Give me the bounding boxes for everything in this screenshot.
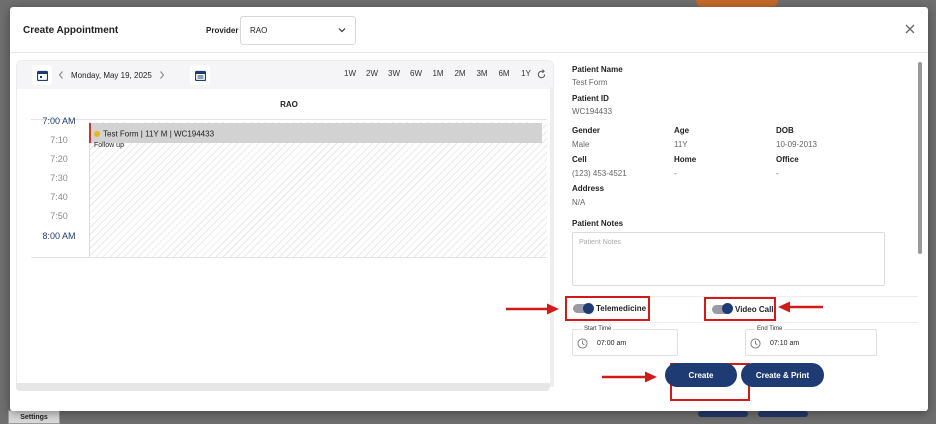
end-time-label: End Time <box>755 326 785 332</box>
patient-notes-input[interactable]: Patient Notes <box>572 232 885 286</box>
background-button <box>758 411 808 417</box>
patient-panel-scrollbar[interactable] <box>918 62 922 254</box>
range-1y[interactable]: 1Y <box>515 69 537 78</box>
office-label: Office <box>776 155 799 164</box>
appointment-status-dot <box>94 130 100 137</box>
gender-value: Male <box>572 140 590 149</box>
start-time-value: 07:00 am <box>597 340 627 347</box>
telemedicine-switch[interactable] <box>573 302 594 314</box>
schedule-grid: 7:00 AM 7:10 7:20 7:30 7:40 7:50 8:00 AM… <box>31 116 547 259</box>
calendar-icon <box>36 70 48 81</box>
calendar-today-button[interactable] <box>32 65 52 85</box>
chevron-left-icon[interactable] <box>57 70 65 80</box>
provider-column-header: RAO <box>280 100 298 109</box>
calendar-panel: Monday, May 19, 2025 1W 2W 3W 6W 1M 2M 3… <box>16 60 554 387</box>
home-label: Home <box>674 155 697 164</box>
arrow-right-icon <box>506 303 559 315</box>
grid-line <box>31 119 547 120</box>
calendar-toolbar: Monday, May 19, 2025 1W 2W 3W 6W 1M 2M 3… <box>17 61 553 89</box>
toggle-knob <box>722 303 733 314</box>
start-time-field[interactable]: Start Time 07:00 am <box>572 326 678 356</box>
range-6m[interactable]: 6M <box>493 69 515 78</box>
range-6w[interactable]: 6W <box>405 69 427 78</box>
grid-line <box>31 257 547 258</box>
range-3w[interactable]: 3W <box>383 69 405 78</box>
calendar-scrollbar[interactable] <box>550 87 554 387</box>
settings-label: Settings <box>20 413 48 421</box>
video-call-label: Video Call <box>735 304 774 314</box>
time-label: 7:10 <box>50 135 68 145</box>
dob-label: DOB <box>776 126 794 135</box>
time-label: 7:20 <box>50 154 68 164</box>
telemedicine-label: Telemedicine <box>596 304 647 313</box>
time-label: 7:50 <box>50 211 68 221</box>
time-label: 7:00 AM <box>42 116 76 126</box>
calendar-horizontal-scrollbar[interactable] <box>16 383 550 391</box>
create-button[interactable]: Create <box>665 363 737 387</box>
end-time-field[interactable]: End Time 07:10 am <box>745 326 877 356</box>
arrow-right-icon <box>602 371 657 383</box>
video-call-toggle[interactable]: Video Call <box>704 297 776 321</box>
background-settings-tab: Settings <box>8 410 60 424</box>
toggle-knob <box>583 302 594 314</box>
range-3m[interactable]: 3M <box>471 69 493 78</box>
age-value: 11Y <box>674 140 688 149</box>
range-1w[interactable]: 1W <box>339 69 361 78</box>
patient-name: Test Form <box>572 78 608 87</box>
age-label: Age <box>674 126 690 135</box>
video-call-switch[interactable] <box>712 303 733 314</box>
patient-id-label: Patient ID <box>572 94 609 103</box>
cell-label: Cell <box>572 155 587 164</box>
modal-header: Create Appointment Provider RAO <box>10 7 928 53</box>
clock-icon <box>577 338 588 349</box>
date-navigator: Monday, May 19, 2025 <box>57 65 187 85</box>
background-button <box>698 411 748 417</box>
time-label: 7:30 <box>50 173 68 183</box>
appointment-title: Test Form | 11Y M | WC194433 <box>103 129 215 139</box>
start-time-label: Start Time <box>582 326 614 332</box>
clock-icon <box>750 338 761 349</box>
calendar-list-icon <box>194 70 206 81</box>
provider-select[interactable]: RAO <box>240 16 356 45</box>
chevron-right-icon[interactable] <box>158 70 166 80</box>
address-value: N/A <box>572 198 586 207</box>
date-picker-button[interactable] <box>190 65 210 85</box>
end-time-value: 07:10 am <box>770 340 800 347</box>
patient-id: WC194433 <box>572 107 613 116</box>
range-2m[interactable]: 2M <box>449 69 471 78</box>
close-icon[interactable] <box>904 23 916 35</box>
time-label: 7:40 <box>50 192 68 202</box>
notes-placeholder: Patient Notes <box>579 239 622 246</box>
patient-name-label: Patient Name <box>572 65 623 74</box>
refresh-icon[interactable] <box>536 69 547 80</box>
patient-notes-label: Patient Notes <box>572 219 624 228</box>
office-value: - <box>776 169 779 178</box>
gender-label: Gender <box>572 126 601 135</box>
arrow-left-icon <box>778 301 823 313</box>
range-buttons: 1W 2W 3W 6W 1M 2M 3M 6M 1Y <box>339 69 537 78</box>
create-appointment-modal: Create Appointment Provider RAO Monday, … <box>10 7 928 411</box>
provider-label: Provider <box>206 26 239 35</box>
dob-value: 10-09-2013 <box>776 140 817 149</box>
cell-value: (123) 453-4521 <box>572 169 627 178</box>
chevron-down-icon <box>338 28 346 33</box>
divider <box>572 322 918 323</box>
current-date: Monday, May 19, 2025 <box>71 70 152 80</box>
address-label: Address <box>572 184 605 193</box>
range-2w[interactable]: 2W <box>361 69 383 78</box>
range-1m[interactable]: 1M <box>427 69 449 78</box>
home-value: - <box>674 169 677 178</box>
time-label: 8:00 AM <box>42 231 76 241</box>
provider-value: RAO <box>250 26 268 35</box>
create-print-button[interactable]: Create & Print <box>741 363 824 387</box>
appointment-block[interactable]: Test Form | 11Y M | WC194433 Follow up <box>89 123 542 149</box>
telemedicine-toggle[interactable]: Telemedicine <box>565 296 650 321</box>
appointment-subtitle: Follow up <box>94 142 124 149</box>
modal-title: Create Appointment <box>23 25 119 36</box>
